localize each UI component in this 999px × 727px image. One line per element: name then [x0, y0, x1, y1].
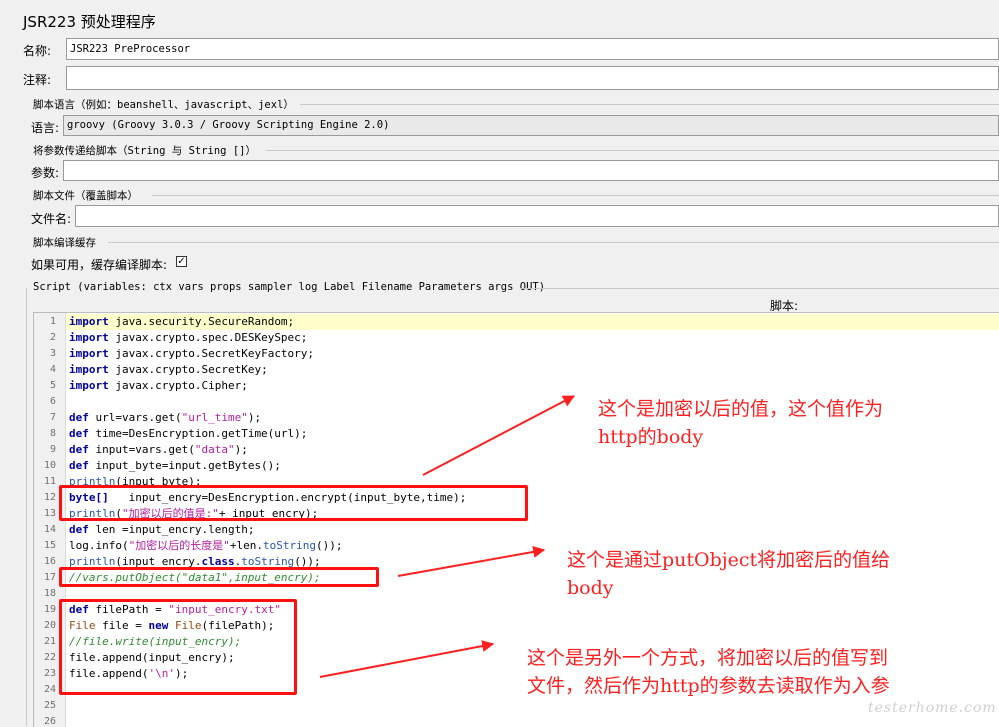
annotation-arrows	[319, 395, 576, 678]
arrow-encrypt	[422, 395, 576, 476]
annotation-putobject: 这个是通过putObject将加密后的值给 body	[567, 546, 890, 602]
annotation-putobject-line2: body	[567, 577, 614, 599]
arrow-file	[319, 640, 495, 678]
annotation-file: 这个是另外一个方式，将加密以后的值写到 文件，然后作为http的参数去读取作为入…	[527, 644, 890, 700]
arrow-putobject	[397, 545, 546, 577]
watermark: testerhome.com	[868, 700, 997, 716]
annotation-encrypt: 这个是加密以后的值，这个值作为 http的body	[598, 395, 883, 451]
annotation-putobject-line1: 这个是通过putObject将加密后的值给	[567, 549, 891, 571]
annotation-file-line1: 这个是另外一个方式，将加密以后的值写到	[527, 647, 889, 669]
annotation-file-line2: 文件，然后作为http的参数去读取作为入参	[527, 675, 890, 697]
annotation-encrypt-line1: 这个是加密以后的值，这个值作为	[598, 398, 884, 420]
annotation-encrypt-line2: http的body	[598, 426, 704, 448]
